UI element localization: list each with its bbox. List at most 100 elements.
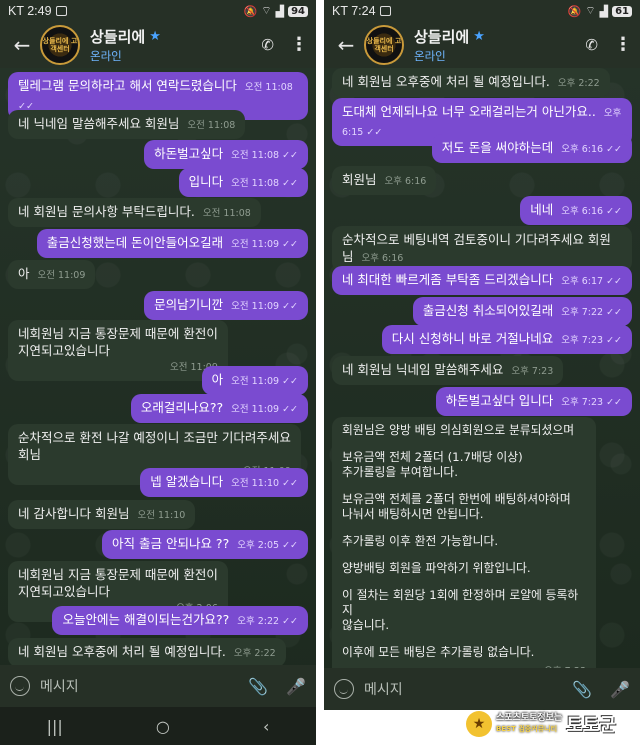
outgoing-message[interactable]: 오래걸리나요?? 오전 11:09 ✓✓ <box>130 394 308 423</box>
watermark-logo-icon: ★ <box>466 711 492 737</box>
message-time: 오후 2:22 <box>557 78 600 89</box>
message-time: 오전 11:08 ✓✓ <box>231 178 298 189</box>
long-message-paragraph: 보유금액 전체를 2폴더 한번에 배팅하셔야하며 나눠서 배팅하시면 안됩니다. <box>342 492 571 521</box>
incoming-message[interactable]: 네 회원님 문의사항 부탁드립니다. 오전 11:08 <box>8 198 261 227</box>
home-icon[interactable]: ○ <box>156 717 170 736</box>
wifi-icon: ⌔ <box>585 4 596 17</box>
message-text: 도대체 언제되나요 너무 오래걸리는거 아닌가요.. <box>342 104 596 119</box>
outgoing-message[interactable]: 네네 오후 6:16 ✓✓ <box>520 196 632 225</box>
incoming-message[interactable]: 네회원님 지금 통장문제 때문에 환전이 지연되고있습니다 오전 11:09 <box>8 320 228 381</box>
attach-icon[interactable]: 📎 <box>572 680 592 699</box>
mute-icon: 🔕 <box>243 4 258 18</box>
microphone-icon[interactable]: 🎤 <box>610 680 630 699</box>
outgoing-message[interactable]: 다시 신청하니 바로 거절나네요 오후 7:23 ✓✓ <box>381 325 632 354</box>
message-text: 출금신청했는데 돈이안들어오길래 <box>46 235 224 250</box>
message-time: 오전 11:10 ✓✓ <box>231 478 298 489</box>
phone-icon[interactable]: ✆ <box>261 36 274 54</box>
incoming-message[interactable]: 회원님 오후 6:16 <box>332 166 437 195</box>
battery-icon: 61 <box>612 5 632 17</box>
more-menu-icon[interactable]: ⋮ <box>614 36 632 54</box>
message-time: 오후 6:16 ✓✓ <box>561 144 622 155</box>
message-text: 텔레그램 문의하라고 해서 연락드렸습니다 <box>18 78 237 93</box>
message-text: 아직 출금 안되나요 ?? <box>112 536 230 551</box>
message-text: 하돈벌고싶다 입니다 <box>445 393 554 408</box>
message-text: 입니다 <box>188 174 224 189</box>
outgoing-message[interactable]: 출금신청했는데 돈이안들어오길래 오전 11:09 ✓✓ <box>36 229 308 258</box>
message-time: 오후 6:17 ✓✓ <box>561 276 622 287</box>
android-nav-bar: ||| ○ ‹ <box>0 707 316 745</box>
back-nav-icon[interactable]: ‹ <box>263 717 269 736</box>
outgoing-message[interactable]: 하돈벌고싶다 입니다 오후 7:23 ✓✓ <box>435 387 632 416</box>
message-text: 지연되고있습니다 <box>18 584 111 599</box>
message-input[interactable]: 메시지 <box>364 679 403 699</box>
message-composer: 메시지 📎 🎤 <box>0 665 316 707</box>
message-input[interactable]: 메시지 <box>40 676 79 696</box>
incoming-message[interactable]: 아 오전 11:09 <box>8 260 96 289</box>
outgoing-message[interactable]: 네 최대한 빠르게좀 부탁좀 드리겠습니다 오후 6:17 ✓✓ <box>331 266 632 295</box>
message-text: 회님 <box>18 447 42 462</box>
more-menu-icon[interactable]: ⋮ <box>290 36 308 54</box>
outgoing-message[interactable]: 입니다 오전 11:08 ✓✓ <box>178 168 308 197</box>
mute-icon: 🔕 <box>567 4 582 18</box>
status-bar: KT 2:49 🔕 ⌔ ▟ 94 <box>0 0 316 22</box>
message-time: 오후 2:05 ✓✓ <box>237 540 298 551</box>
message-text: 문의남기니깐 <box>154 297 224 312</box>
phone-icon[interactable]: ✆ <box>585 36 598 54</box>
chat-title[interactable]: 상들리에 ★ 온라인 <box>414 26 485 64</box>
status-bar: KT 7:24 🔕 ⌔ ▟ 61 <box>324 0 640 22</box>
battery-icon: 94 <box>288 5 308 17</box>
incoming-message[interactable]: 네 회원님 오후중에 처리 될 예정입니다. 오후 2:22 <box>8 638 286 667</box>
chat-title[interactable]: 상들리에 ★ 온라인 <box>90 26 161 64</box>
outgoing-message[interactable]: 저도 돈을 써야하는데 오후 6:16 ✓✓ <box>431 134 632 163</box>
outgoing-message[interactable]: 아 오전 11:09 ✓✓ <box>201 366 308 395</box>
status-time: KT 7:24 <box>332 4 376 18</box>
outgoing-message[interactable]: 출금신청 취소되어있길래 오후 7:22 ✓✓ <box>412 297 632 326</box>
long-message-paragraph: 이 절차는 회원당 1회에 한정하며 로얄에 등록하지 않습니다. <box>342 588 579 632</box>
attach-icon[interactable]: 📎 <box>248 677 268 696</box>
message-text: 네네 <box>530 202 554 217</box>
message-text: 회원님 <box>342 172 377 187</box>
avatar[interactable]: 상들리에 고객센터 <box>364 25 404 65</box>
message-text: 오래걸리나요?? <box>140 400 224 415</box>
message-time: 오후 2:22 <box>233 648 276 659</box>
recent-apps-icon[interactable]: ||| <box>47 717 63 736</box>
back-arrow-icon[interactable]: ← <box>332 33 360 57</box>
message-text: 오늘안에는 해결이되는건가요?? <box>62 612 230 627</box>
message-time: 오전 11:10 <box>137 510 186 521</box>
message-text: 지연되고있습니다 <box>18 343 111 358</box>
back-arrow-icon[interactable]: ← <box>8 33 36 57</box>
long-message-bubble: 회원님은 양방 배팅 의심회원으로 분류되셨으며 보유금액 전체 2폴더 (1.7… <box>332 417 596 685</box>
message-text: 네 회원님 문의사항 부탁드립니다. <box>18 204 195 219</box>
chat-header: ← 상들리에 고객센터 상들리에 ★ 온라인 ✆ ⋮ <box>0 22 316 68</box>
message-time: 오후 7:23 ✓✓ <box>561 335 622 346</box>
long-message-paragraph: 추가롤링 이후 환전 가능합니다. <box>342 534 499 548</box>
message-time: 오후 6:16 <box>384 176 427 187</box>
outgoing-message[interactable]: 오늘안에는 해결이되는건가요?? 오후 2:22 ✓✓ <box>52 606 308 635</box>
message-text: 아 <box>18 266 30 281</box>
star-icon: ★ <box>473 29 485 44</box>
incoming-message[interactable]: 네 회원님 오후중에 처리 될 예정입니다. 오후 2:22 <box>332 68 610 97</box>
message-time: 오후 7:23 ✓✓ <box>561 397 622 408</box>
message-time: 오전 11:08 <box>202 208 251 219</box>
outgoing-message[interactable]: 아직 출금 안되나요 ?? 오후 2:05 ✓✓ <box>102 530 308 559</box>
message-text: 네 감사합니다 회원님 <box>18 506 130 521</box>
notification-icon <box>379 6 391 16</box>
message-text: 순차적으로 환전 나갈 예정이니 조금만 기다려주세요 <box>18 430 291 445</box>
message-text: 네 닉네임 말씀해주세요 회원님 <box>18 116 180 131</box>
watermark-line2: BEST 검증커뮤니티 <box>496 725 558 733</box>
emoji-icon[interactable] <box>10 676 30 696</box>
long-message-paragraph: 양방배팅 회원을 파악하기 위함입니다. <box>342 561 531 575</box>
microphone-icon[interactable]: 🎤 <box>286 677 306 696</box>
message-time: 오후 6:16 ✓✓ <box>561 206 622 217</box>
emoji-icon[interactable] <box>334 679 354 699</box>
message-text: 넵 알겠습니다 <box>150 474 224 489</box>
incoming-message[interactable]: 네 감사합니다 회원님 오전 11:10 <box>8 500 196 529</box>
outgoing-message[interactable]: 하돈벌고싶다 오전 11:08 ✓✓ <box>144 140 308 169</box>
avatar[interactable]: 상들리에 고객센터 <box>40 25 80 65</box>
chat-header: ← 상들리에 고객센터 상들리에 ★ 온라인 ✆ ⋮ <box>324 22 640 68</box>
message-text: 네 회원님 닉네임 말씀해주세요 <box>342 362 504 377</box>
incoming-message[interactable]: 네 닉네임 말씀해주세요 회원님 오전 11:08 <box>8 110 246 139</box>
outgoing-message[interactable]: 문의남기니깐 오전 11:09 ✓✓ <box>144 291 308 320</box>
incoming-message[interactable]: 네 회원님 닉네임 말씀해주세요 오후 7:23 <box>332 356 564 385</box>
outgoing-message[interactable]: 넵 알겠습니다 오전 11:10 ✓✓ <box>140 468 308 497</box>
